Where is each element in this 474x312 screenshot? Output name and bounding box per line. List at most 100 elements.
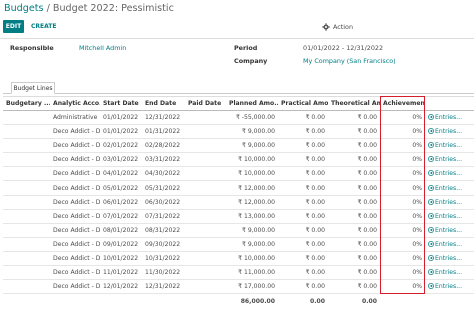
entries-link[interactable]: Entries...	[425, 138, 474, 154]
table-header-row: Budgetary ... Analytic Acco... Start Dat…	[3, 96, 474, 111]
cell-achievement: 0%	[380, 138, 425, 154]
edit-button[interactable]: EDIT	[3, 20, 24, 33]
cell-planned-amount: ₹ 10,000.00	[226, 251, 278, 267]
cell-planned-amount: ₹ 9,000.00	[226, 124, 278, 140]
cell-analytic-account: Deco Addict - D...	[50, 152, 100, 168]
cell-planned-amount: ₹ 12,000.00	[226, 180, 278, 196]
table-row[interactable]: Deco Addict - D...05/01/202205/31/2022 ₹ …	[3, 180, 474, 196]
cell-start-date: 10/01/2022	[100, 251, 142, 267]
action-menu-button[interactable]: Action	[322, 21, 353, 33]
arrow-circle-right-icon	[428, 156, 434, 163]
breadcrumb-current: Budget 2022: Pessimistic	[52, 3, 174, 14]
entries-link[interactable]: Entries...	[425, 223, 474, 238]
entries-label: Entries...	[435, 269, 463, 277]
cell-budgetary-position	[3, 223, 50, 238]
entries-link[interactable]: Entries...	[425, 209, 474, 224]
entries-link[interactable]: Entries...	[425, 251, 474, 267]
arrow-circle-right-icon	[428, 255, 434, 261]
col-budgetary-position[interactable]: Budgetary ...	[3, 96, 50, 111]
cell-theoretical-amount: ₹ 0.00	[328, 152, 380, 168]
total-theoretical: 0.00	[361, 297, 377, 305]
table-row[interactable]: Deco Addict - D...03/01/202203/31/2022 ₹ …	[3, 152, 474, 168]
table-row[interactable]: Deco Addict - D...12/01/202212/31/2022 ₹ …	[3, 279, 474, 295]
cell-end-date: 11/30/2022	[142, 265, 185, 281]
cell-paid-date	[185, 237, 226, 252]
breadcrumb: Budgets / Budget 2022: Pessimistic	[4, 3, 174, 14]
col-start-date[interactable]: Start Date	[100, 96, 142, 111]
cell-analytic-account: Deco Addict - D...	[50, 265, 100, 281]
cell-theoretical-amount: ₹ 0.00	[328, 180, 380, 196]
header-divider	[0, 38, 474, 39]
table-row[interactable]: Deco Addict - D...07/01/202207/31/2022 ₹ …	[3, 209, 474, 224]
breadcrumb-budgets-link[interactable]: Budgets	[4, 3, 44, 14]
cell-practical-amount: ₹ 0.00	[278, 110, 328, 126]
table-row[interactable]: Administrative 01/01/2022 12/31/2022 ₹ -55,…	[3, 110, 474, 126]
responsible-field[interactable]: Mitchell Admin	[79, 44, 126, 52]
cell-budgetary-position	[3, 138, 50, 154]
cell-practical-amount: ₹ 0.00	[278, 180, 328, 196]
cell-planned-amount: ₹ 17,000.00	[226, 279, 278, 295]
table-row[interactable]: Deco Addict - D...01/01/202201/31/2022 ₹ …	[3, 124, 474, 140]
cell-budgetary-position	[3, 152, 50, 168]
cell-end-date: 10/31/2022	[142, 251, 185, 267]
col-theoretical-amount[interactable]: Theoretical Am...	[328, 96, 380, 111]
arrow-circle-right-icon	[428, 269, 434, 276]
cell-achievement: 0%	[380, 152, 425, 168]
total-planned: 86,000.00	[240, 297, 275, 305]
table-row[interactable]: Deco Addict - D...06/01/202206/30/2022 ₹ …	[3, 195, 474, 210]
period-field[interactable]: 01/01/2022 - 12/31/2022	[303, 44, 383, 52]
table-row[interactable]: Deco Addict - D...09/01/202209/30/2022 ₹ …	[3, 237, 474, 252]
entries-link[interactable]: Entries...	[425, 180, 474, 196]
table-row[interactable]: Deco Addict - D...11/01/202211/30/2022 ₹ …	[3, 265, 474, 281]
cell-practical-amount: ₹ 0.00	[278, 195, 328, 210]
table-row[interactable]: Deco Addict - D...02/01/202202/28/2022 ₹ …	[3, 138, 474, 154]
col-analytic-account[interactable]: Analytic Acco...	[50, 96, 100, 111]
entries-label: Entries...	[435, 212, 463, 220]
table-row[interactable]: Deco Addict - D...04/01/202204/30/2022 ₹ …	[3, 166, 474, 182]
entries-link[interactable]: Entries...	[425, 166, 474, 182]
cell-planned-amount: ₹ -55,000.00	[226, 110, 278, 126]
col-practical-amount[interactable]: Practical Amou...	[278, 96, 328, 111]
entries-link[interactable]: Entries...	[425, 152, 474, 168]
cell-practical-amount: ₹ 0.00	[278, 251, 328, 267]
entries-label: Entries...	[435, 128, 463, 136]
entries-label: Entries...	[435, 114, 463, 122]
cell-planned-amount: ₹ 13,000.00	[226, 209, 278, 224]
entries-link[interactable]: Entries...	[425, 279, 474, 295]
cell-planned-amount: ₹ 9,000.00	[226, 237, 278, 252]
table-row[interactable]: Deco Addict - D...08/01/202208/31/2022 ₹ …	[3, 223, 474, 238]
entries-label: Entries...	[435, 184, 463, 192]
arrow-circle-right-icon	[428, 198, 434, 205]
cell-theoretical-amount: ₹ 0.00	[328, 251, 380, 267]
company-field[interactable]: My Company (San Francisco)	[303, 57, 396, 65]
cell-start-date: 06/01/2022	[100, 195, 142, 210]
cell-end-date: 05/31/2022	[142, 180, 185, 196]
entries-link[interactable]: Entries...	[425, 110, 474, 126]
table-row[interactable]: Deco Addict - D...10/01/202210/31/2022 ₹ …	[3, 251, 474, 267]
cell-paid-date	[185, 265, 226, 281]
cell-end-date: 01/31/2022	[142, 124, 185, 140]
entries-link[interactable]: Entries...	[425, 237, 474, 252]
cell-budgetary-position	[3, 124, 50, 140]
cell-paid-date	[185, 195, 226, 210]
entries-link[interactable]: Entries...	[425, 265, 474, 281]
cell-planned-amount: ₹ 10,000.00	[226, 166, 278, 182]
period-label: Period	[234, 44, 258, 52]
cell-end-date: 03/31/2022	[142, 152, 185, 168]
create-button[interactable]: CREATE	[31, 20, 57, 33]
col-planned-amount[interactable]: Planned Amo...	[226, 96, 278, 111]
cell-practical-amount: ₹ 0.00	[278, 138, 328, 154]
cell-theoretical-amount: ₹ 0.00	[328, 265, 380, 281]
entries-link[interactable]: Entries...	[425, 124, 474, 140]
cell-achievement: 0%	[380, 223, 425, 238]
cell-paid-date	[185, 124, 226, 140]
tab-budget-lines[interactable]: Budget Lines	[11, 82, 55, 94]
col-paid-date[interactable]: Paid Date	[185, 96, 226, 111]
entries-link[interactable]: Entries...	[425, 195, 474, 210]
arrow-circle-right-icon	[428, 128, 434, 135]
cell-theoretical-amount: ₹ 0.00	[328, 209, 380, 224]
arrow-circle-right-icon	[428, 212, 434, 219]
cell-start-date: 09/01/2022	[100, 237, 142, 252]
col-end-date[interactable]: End Date	[142, 96, 185, 111]
col-achievement[interactable]: Achievement	[380, 96, 425, 111]
